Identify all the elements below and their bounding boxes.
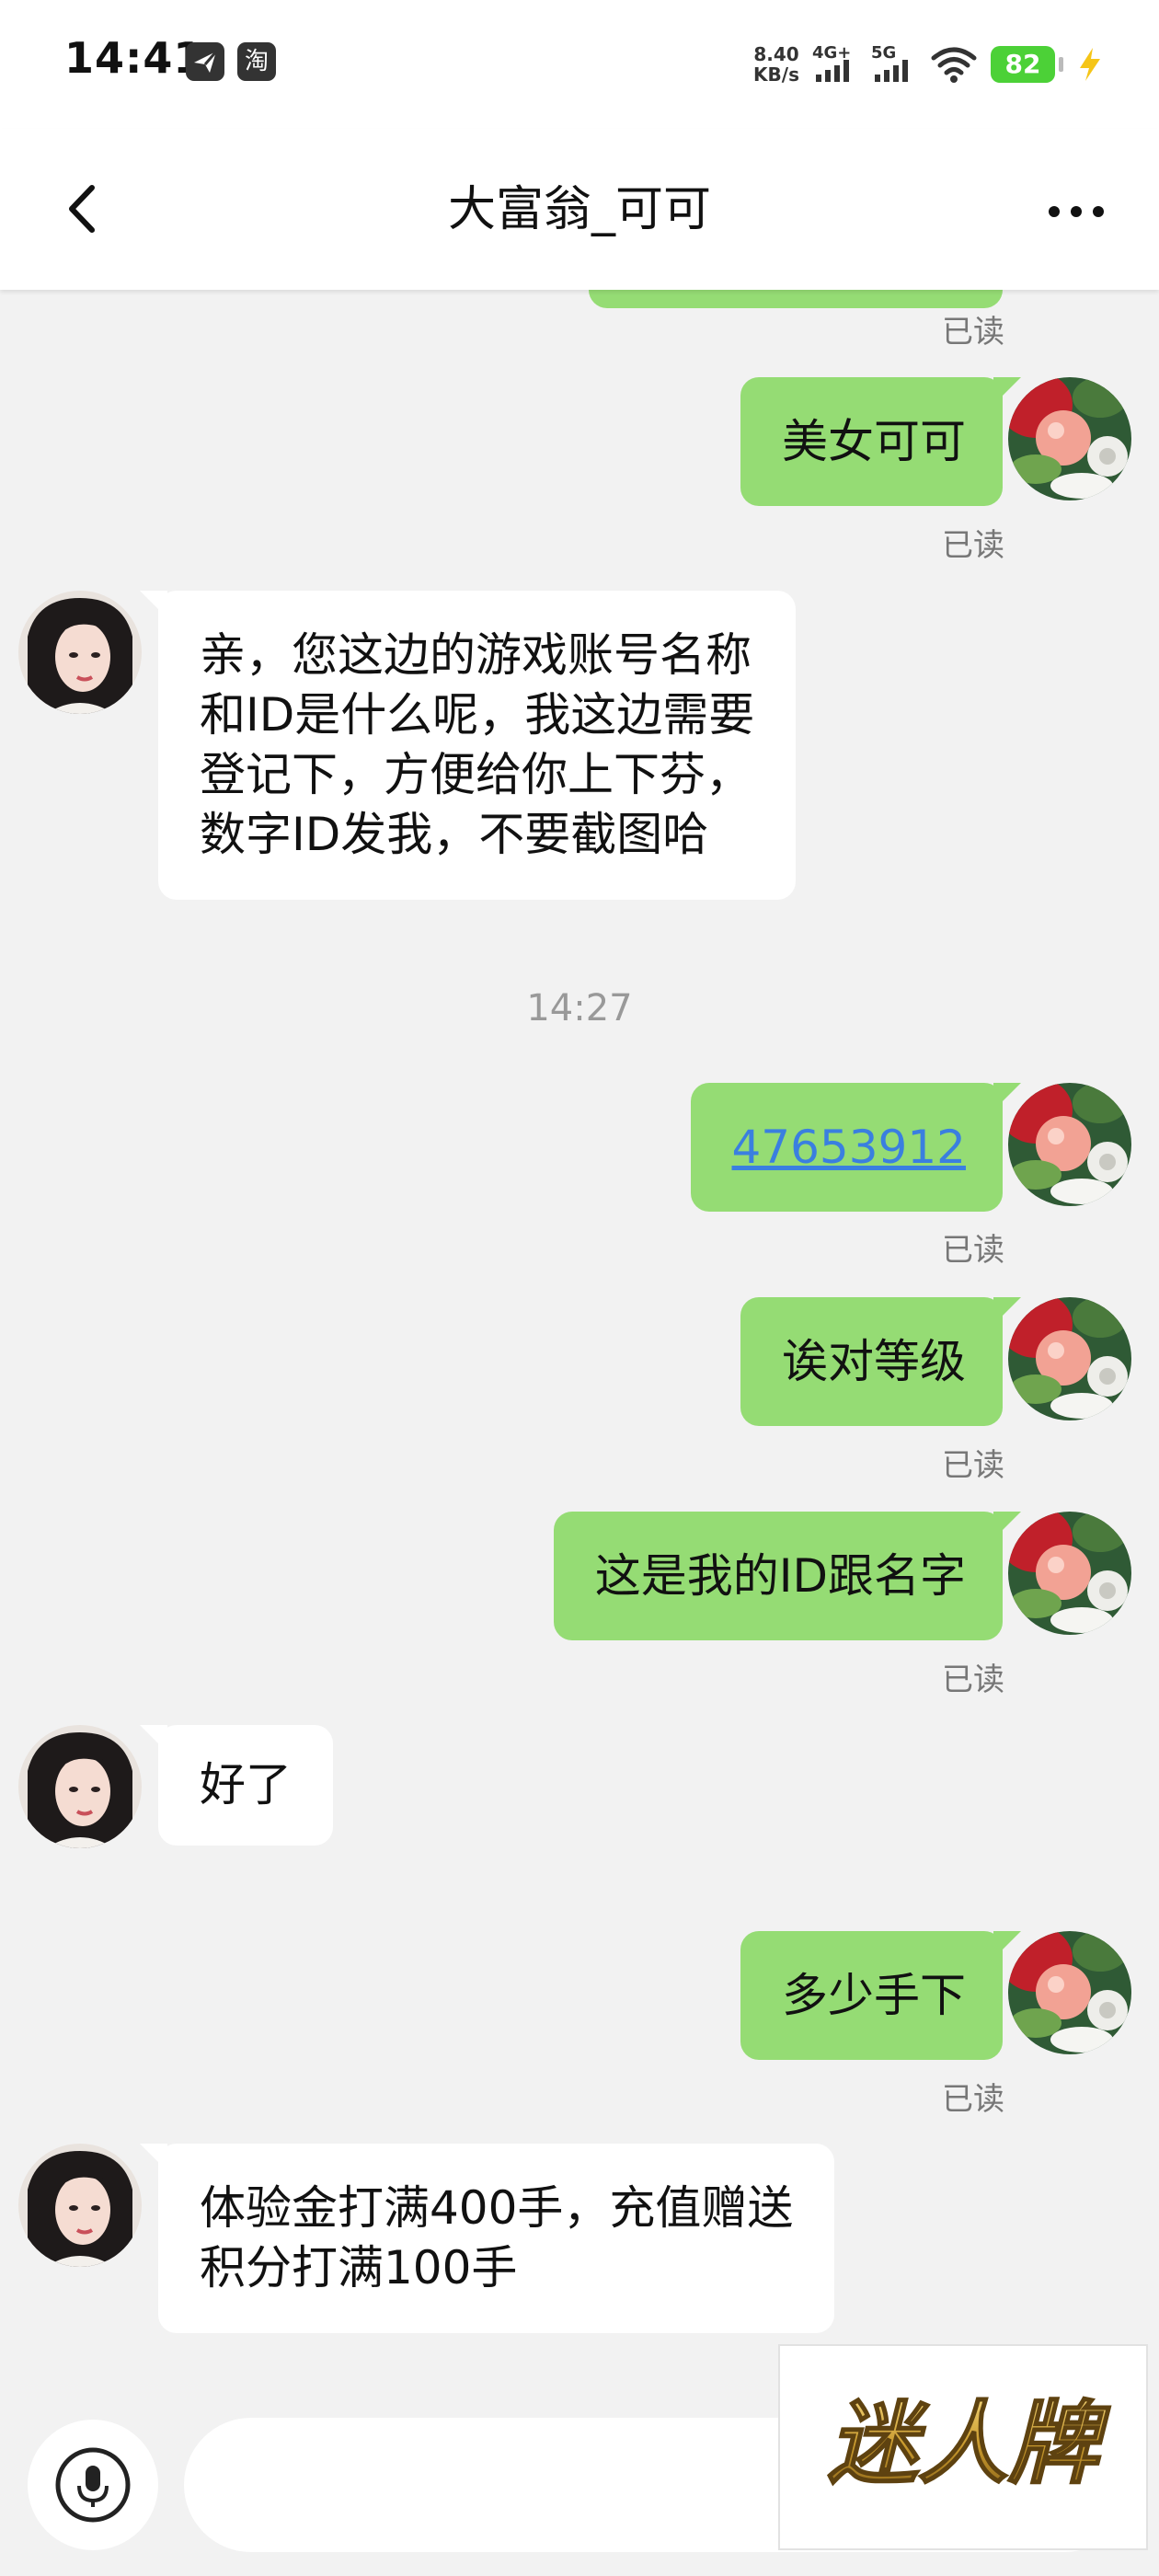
message-bubble-received[interactable]: 亲，您这边的游戏账号名称 和ID是什么呢，我这边需要 登记下，方便给你上下芬， …	[139, 591, 797, 900]
message-bubble-sent[interactable]: 诶对等级	[740, 1297, 1021, 1426]
status-indicators: 8.40 KB/s 4G+ 5G 82	[753, 37, 1104, 92]
avatar-self[interactable]	[1008, 377, 1131, 500]
signal-4g-icon: 4G+	[812, 41, 858, 87]
more-horizontal-icon	[1049, 206, 1104, 217]
read-status: 已读	[942, 2081, 1004, 2118]
read-status: 已读	[942, 1447, 1004, 1484]
microphone-icon	[55, 2447, 131, 2523]
more-options-button[interactable]	[1039, 184, 1113, 239]
message-bubble-sent[interactable]: 47653912	[690, 1083, 1021, 1212]
id-link[interactable]: 47653912	[732, 1121, 967, 1174]
avatar-contact[interactable]	[18, 2144, 142, 2267]
read-status: 已读	[942, 314, 1004, 351]
battery-cap	[1059, 57, 1063, 72]
status-bar: 14:41 淘 8.40 KB/s 4G+ 5G 82	[0, 0, 1159, 129]
avatar-contact[interactable]	[18, 591, 142, 714]
avatar-self[interactable]	[1008, 1512, 1131, 1635]
message-bubble-received[interactable]: 好了	[140, 1725, 333, 1846]
read-status: 已读	[942, 527, 1004, 564]
taobao-app-icon: 淘	[237, 42, 276, 81]
battery-icon: 82	[991, 46, 1055, 83]
network-speed: 8.40 KB/s	[753, 44, 799, 85]
network-speed-unit: KB/s	[753, 63, 799, 86]
charging-bolt-icon	[1076, 46, 1104, 83]
chat-timestamp: 14:27	[526, 987, 633, 1029]
paper-plane-icon	[186, 42, 224, 81]
message-bubble-sent[interactable]: 多少手下	[740, 1931, 1021, 2060]
avatar-self[interactable]	[1008, 1083, 1131, 1206]
watermark-text: 迷人牌	[828, 2392, 1111, 2497]
avatar-self[interactable]	[1008, 1297, 1131, 1420]
network-speed-value: 8.40	[753, 43, 799, 65]
message-bubble-sent[interactable]: 这是我的ID跟名字	[553, 1512, 1022, 1640]
message-bubble-sent[interactable]: 美女可可	[740, 377, 1021, 506]
chat-message-list[interactable]: 已读 美女可可 已读 亲，您这边的游戏账号名称 和ID是什么呢，我这边需要 登记…	[0, 290, 1159, 2406]
status-time: 14:41	[64, 33, 204, 83]
read-status: 已读	[942, 1232, 1004, 1269]
voice-input-button[interactable]	[28, 2420, 158, 2550]
watermark-logo: 迷人牌	[778, 2344, 1148, 2550]
avatar-contact[interactable]	[18, 1725, 142, 1848]
chat-header: 大富翁_可可	[0, 129, 1159, 290]
wifi-icon	[930, 45, 978, 84]
chat-title: 大富翁_可可	[447, 182, 711, 237]
avatar-self[interactable]	[1008, 1931, 1131, 2054]
read-status: 已读	[942, 1662, 1004, 1698]
message-bubble-sent-partial[interactable]	[589, 290, 1003, 308]
message-bubble-received[interactable]: 体验金打满400手，充值赠送 积分打满100手	[139, 2144, 835, 2333]
signal-5g-icon: 5G	[871, 41, 917, 87]
